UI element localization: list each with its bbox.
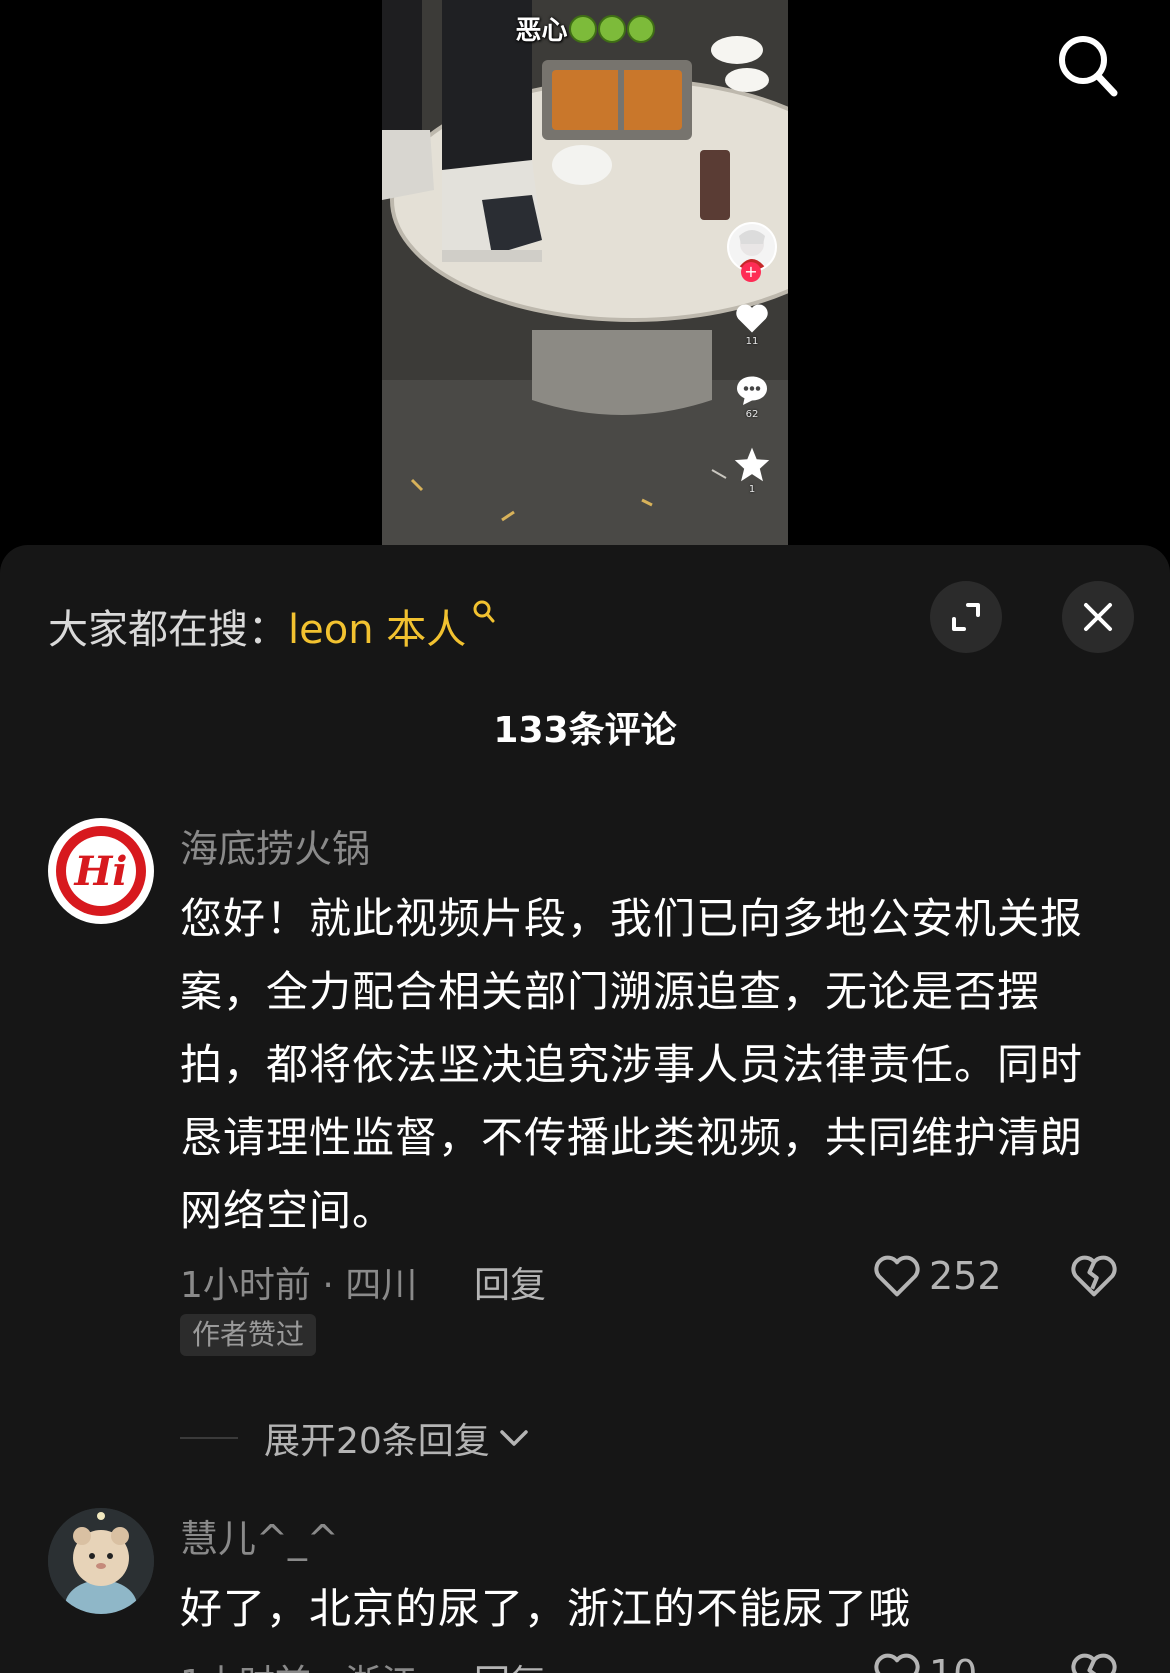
comment-time-location: 1小时前 · 浙江 [180, 1654, 417, 1673]
hamster-avatar-icon [48, 1508, 154, 1614]
comment-avatar[interactable] [48, 1508, 154, 1614]
comment-time-location: 1小时前 · 四川 [180, 1265, 418, 1306]
author-liked-badge: 作者赞过 [180, 1314, 317, 1356]
heart-outline-icon [874, 1653, 920, 1673]
star-icon [734, 447, 770, 482]
nauseated-face-emoji-icon [626, 15, 655, 43]
expand-arrows-icon [952, 603, 980, 631]
video-caption-text: 恶心 [515, 16, 568, 46]
video-comment-count: 62 [745, 409, 759, 420]
reply-button[interactable]: 回复 [474, 1256, 546, 1308]
haidilao-logo-text: Hi [66, 836, 136, 906]
comment-username[interactable]: 海底捞火锅 [180, 818, 370, 873]
comment-video-button[interactable]: 62 [734, 373, 770, 420]
reply-button[interactable]: 回复 [474, 1654, 546, 1673]
comment-item: 慧儿^_^ 好了，北京的尿了，浙江的不能尿了哦 1小时前 · 浙江 回复 10 [0, 1508, 1170, 1673]
haidilao-logo-icon: Hi [56, 826, 146, 916]
comment-like-button[interactable]: 252 [873, 1254, 1002, 1298]
expand-replies-button[interactable]: 展开20条回复 [180, 1412, 530, 1464]
comment-username[interactable]: 慧儿^_^ [180, 1508, 339, 1563]
nauseated-face-emoji-icon [568, 15, 597, 43]
comment-like-count: 10 [929, 1652, 977, 1673]
video-favorite-count: 1 [748, 484, 756, 495]
follow-plus-icon[interactable]: + [741, 262, 761, 282]
chevron-down-icon [500, 1430, 528, 1446]
trending-search-prefix: 大家都在搜： [48, 607, 288, 653]
close-icon [1084, 603, 1112, 631]
app-root: 恶心 + 11 62 1 大家都在搜：leon 本人 133条评论 Hi 海底捞… [0, 0, 1170, 1673]
comment-dislike-button[interactable] [1070, 1652, 1118, 1673]
video-caption: 恶心 [382, 10, 788, 47]
comment-item: Hi 海底捞火锅 您好！就此视频片段，我们已向多地公安机关报案，全力配合相关部门… [0, 818, 1170, 1462]
favorite-video-button[interactable]: 1 [733, 446, 771, 495]
like-video-button[interactable]: 11 [734, 302, 770, 347]
broken-heart-icon [1071, 1255, 1117, 1297]
video-like-count: 11 [745, 336, 759, 347]
trending-search-keyword[interactable]: leon 本人 [288, 607, 466, 653]
broken-heart-icon [1071, 1653, 1117, 1673]
comment-bubble-icon [737, 376, 767, 405]
video-side-rail: + 11 62 1 [724, 222, 780, 495]
close-sheet-button[interactable] [1062, 581, 1134, 653]
comment-text: 您好！就此视频片段，我们已向多地公安机关报案，全力配合相关部门溯源追查，无论是否… [180, 894, 1084, 1235]
nauseated-face-emoji-icon [597, 15, 626, 43]
expand-replies-label: 展开20条回复 [264, 1421, 490, 1462]
comment-text: 好了，北京的尿了，浙江的不能尿了哦 [180, 1584, 912, 1633]
heart-icon [736, 304, 768, 333]
comment-sheet: 大家都在搜：leon 本人 133条评论 Hi 海底捞火锅 您好！就此视频片段，… [0, 545, 1170, 1673]
trending-search-hint[interactable]: 大家都在搜：leon 本人 [48, 589, 496, 655]
small-search-icon [472, 589, 496, 635]
comment-dislike-button[interactable] [1070, 1254, 1118, 1302]
expand-replies-divider [180, 1437, 238, 1439]
expand-sheet-button[interactable] [930, 581, 1002, 653]
comment-avatar[interactable]: Hi [48, 818, 154, 924]
comment-like-button[interactable]: 10 [873, 1652, 977, 1673]
comment-like-count: 252 [929, 1254, 1002, 1298]
heart-outline-icon [874, 1255, 920, 1297]
search-icon [1059, 36, 1118, 97]
comment-count-title: 133条评论 [493, 710, 677, 751]
video-player[interactable]: 恶心 + 11 62 1 [382, 0, 788, 560]
top-search-button[interactable] [1050, 28, 1126, 104]
